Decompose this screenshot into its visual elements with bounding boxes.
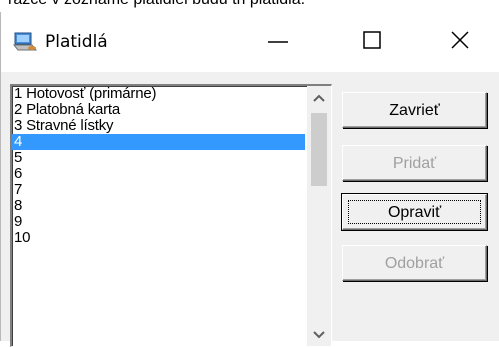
close-icon [451, 31, 469, 49]
add-button-label: Pridať [392, 155, 437, 172]
vertical-scrollbar[interactable] [307, 86, 331, 346]
remove-button[interactable]: Odobrať [342, 245, 487, 281]
list-items: 1 Hotovosť (primárne) 2 Platobná karta 3 S… [12, 86, 305, 246]
close-button[interactable]: Zavrieť [342, 92, 487, 128]
edit-button[interactable]: Opraviť [341, 193, 488, 231]
chevron-down-icon [313, 331, 325, 339]
window-title: Platidlá [45, 32, 108, 52]
maximize-button[interactable] [338, 12, 410, 72]
scroll-down-button[interactable] [307, 322, 331, 346]
document-caption-fragment: rázce v zozname platidiel budú tri plati… [8, 0, 305, 9]
add-button[interactable]: Pridať [342, 145, 487, 181]
list-item[interactable]: 9 [12, 214, 305, 230]
close-window-button[interactable] [425, 12, 497, 72]
close-button-label: Zavrieť [389, 102, 440, 119]
list-item[interactable]: 7 [12, 182, 305, 198]
list-item[interactable]: 5 [12, 150, 305, 166]
minimize-button[interactable] [242, 12, 314, 72]
minimize-icon [268, 41, 288, 43]
title-bar[interactable]: Platidlá [1, 12, 499, 72]
list-item[interactable]: 2 Platobná karta [12, 102, 305, 118]
list-item[interactable]: 4 [12, 134, 305, 150]
list-item[interactable]: 3 Stravné lístky [12, 118, 305, 134]
app-icon [12, 31, 38, 53]
scroll-up-button[interactable] [307, 86, 331, 110]
list-item[interactable]: 10 [12, 230, 305, 246]
remove-button-label: Odobrať [384, 255, 445, 272]
platidla-dialog: Platidlá 1 Hotovosť (primárne) 2 Platobná… [0, 12, 499, 347]
list-item[interactable]: 1 Hotovosť (primárne) [12, 86, 305, 102]
list-item[interactable]: 8 [12, 198, 305, 214]
edit-button-label: Opraviť [387, 204, 442, 221]
list-item[interactable]: 6 [12, 166, 305, 182]
chevron-up-icon [313, 94, 325, 102]
platidla-list[interactable]: 1 Hotovosť (primárne) 2 Platobná karta 3 S… [10, 84, 332, 347]
scroll-thumb[interactable] [311, 113, 327, 186]
maximize-icon [363, 31, 381, 49]
